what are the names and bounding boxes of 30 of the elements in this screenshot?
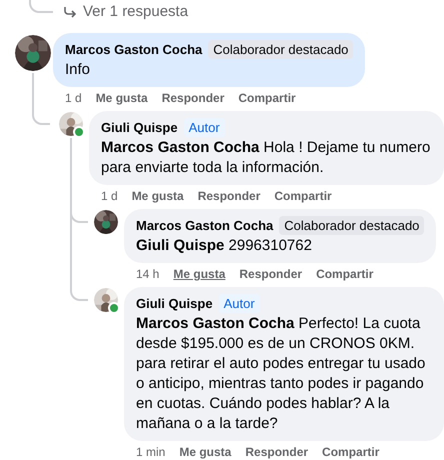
action-link[interactable]: Compartir [238, 90, 296, 106]
comment-time[interactable]: 1 min [136, 444, 166, 460]
badge-label: Colaborador destacado [208, 40, 354, 59]
badge-label: Colaborador destacado [279, 216, 424, 235]
author-name[interactable]: Giuli Quispe [101, 118, 178, 136]
action-link[interactable]: Me gusta [173, 266, 226, 282]
action-link[interactable]: Compartir [274, 188, 332, 204]
reply-arrow-icon [63, 6, 77, 18]
badge-label: Autor [184, 118, 225, 137]
comment-time[interactable]: 1 d [101, 188, 118, 204]
action-link[interactable]: Me gusta [179, 444, 232, 460]
comment-time[interactable]: 14 h [136, 266, 160, 282]
badge-label: Autor [218, 294, 260, 313]
comment-time[interactable]: 1 d [65, 90, 82, 106]
comment-text: Marcos Gaston Cocha Perfecto! La cuota desde $195.000 es de un CRONOS 0KM. para retirar el auto podes entregar tu usado o anticipo, mientras tanto podes ir pagando en cuotas. Cuándo podes hablar? A la mañana o a la tarde? [136, 314, 426, 434]
action-link[interactable]: Responder [198, 188, 260, 204]
action-link[interactable]: Me gusta [132, 188, 184, 204]
action-link[interactable]: Compartir [316, 266, 374, 282]
action-link[interactable]: Me gusta [96, 90, 148, 106]
author-name[interactable]: Giuli Quispe [136, 294, 213, 312]
comment-text: Marcos Gaston Cocha Hola ! Dejame tu numero para enviarte toda la información. [101, 138, 432, 178]
view-replies-link[interactable]: Ver 1 respuesta [63, 3, 188, 20]
author-name[interactable]: Marcos Gaston Cocha [136, 216, 274, 234]
action-link[interactable]: Compartir [322, 444, 380, 460]
action-link[interactable]: Responder [162, 90, 224, 106]
action-link[interactable]: Responder [239, 266, 302, 282]
author-name[interactable]: Marcos Gaston Cocha [65, 40, 202, 58]
action-link[interactable]: Responder [245, 444, 308, 460]
comment-text: Info [65, 60, 92, 80]
comment-text: Giuli Quispe 2996310762 [136, 236, 313, 256]
